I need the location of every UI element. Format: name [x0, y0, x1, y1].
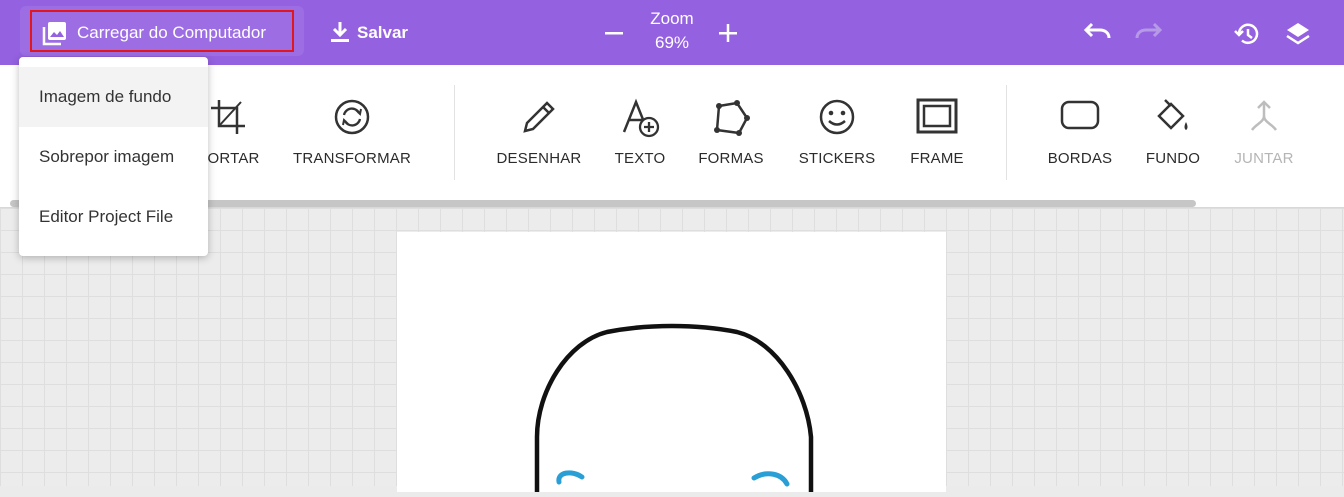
pencil-icon — [523, 101, 555, 133]
tool-merge-label: JUNTAR — [1234, 150, 1294, 167]
polygon-icon — [714, 100, 750, 136]
toolbar-divider — [1006, 85, 1007, 180]
tool-shapes-label: FORMAS — [698, 150, 764, 167]
crop-icon — [211, 100, 245, 134]
tool-shapes[interactable]: FORMAS — [671, 65, 791, 205]
image-canvas[interactable] — [397, 232, 946, 495]
smiley-icon — [819, 99, 855, 135]
top-bar: Carregar do Computador Salvar Zoom 69% — [0, 0, 1344, 65]
layers-icon[interactable] — [1284, 20, 1312, 48]
tool-merge[interactable]: JUNTAR — [1204, 65, 1324, 205]
drawing-sketch — [534, 323, 814, 495]
upload-button-label: Carregar do Computador — [77, 23, 266, 42]
tool-transform-label: TRANSFORMAR — [292, 150, 412, 167]
menu-item-project-file[interactable]: Editor Project File — [19, 187, 208, 247]
history-icon[interactable] — [1233, 20, 1261, 48]
toolbar-divider — [454, 85, 455, 180]
image-upload-icon — [42, 22, 66, 46]
redo-icon[interactable] — [1133, 22, 1163, 44]
tool-frame[interactable]: FRAME — [877, 65, 997, 205]
tool-transform[interactable]: TRANSFORMAR — [292, 65, 412, 205]
rounded-rect-icon — [1060, 100, 1100, 130]
upload-dropdown-menu: Imagem de fundo Sobrepor imagem Editor P… — [19, 57, 208, 256]
frame-icon — [916, 98, 958, 134]
undo-icon[interactable] — [1083, 22, 1113, 44]
text-add-icon — [622, 98, 660, 138]
zoom-title: Zoom — [650, 9, 694, 28]
download-icon[interactable] — [329, 20, 351, 44]
save-button[interactable]: Salvar — [357, 23, 408, 43]
menu-item-overlay-image[interactable]: Sobrepor imagem — [19, 127, 208, 187]
menu-item-background-image[interactable]: Imagem de fundo — [19, 67, 208, 127]
merge-icon — [1250, 100, 1278, 131]
plus-icon[interactable] — [717, 22, 739, 44]
tool-frame-label: FRAME — [910, 150, 964, 167]
paint-bucket-icon — [1157, 99, 1188, 130]
zoom-value: 69% — [654, 33, 690, 52]
transform-icon — [334, 99, 370, 135]
minus-icon[interactable] — [603, 22, 625, 44]
